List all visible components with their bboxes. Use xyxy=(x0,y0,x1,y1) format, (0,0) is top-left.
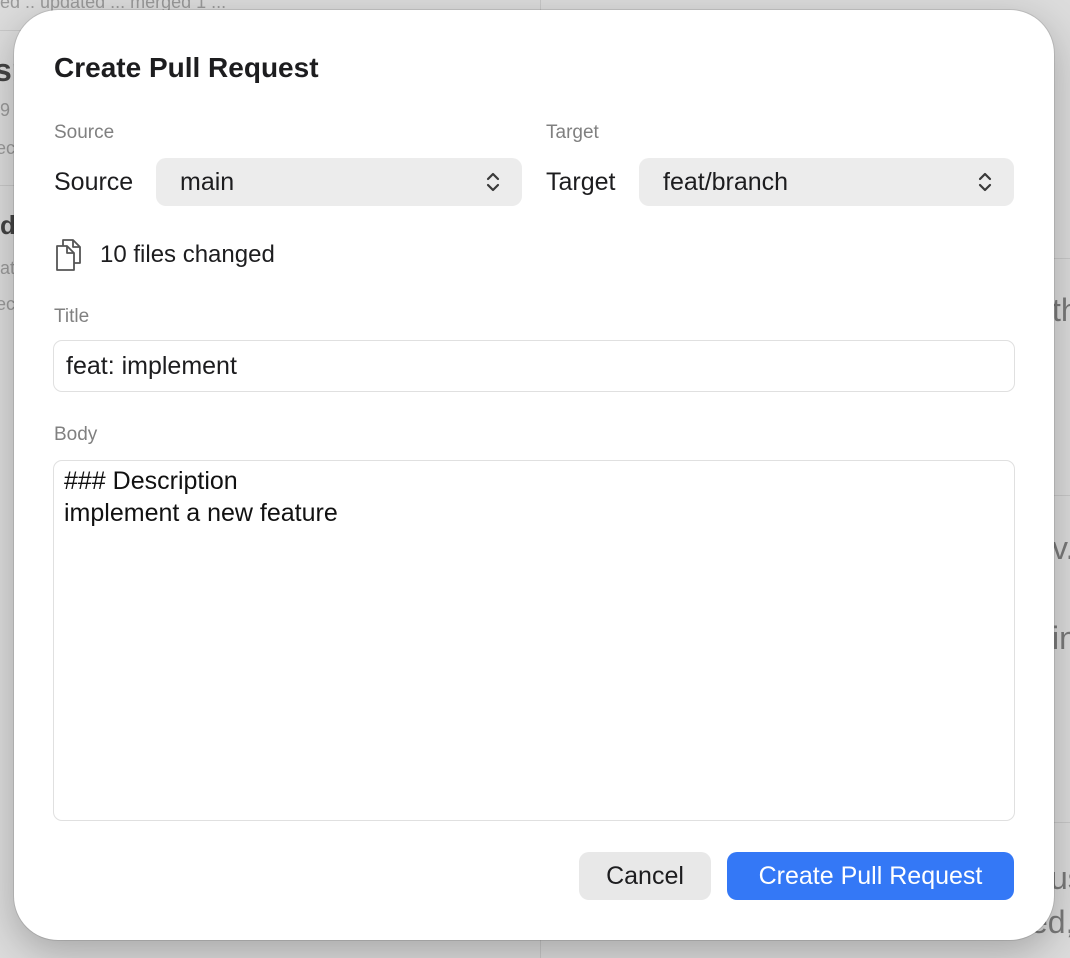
background-text: ec xyxy=(0,138,16,158)
background-text: in xyxy=(1052,620,1070,656)
background-separator xyxy=(1054,822,1070,823)
background-text: th xyxy=(1052,292,1070,328)
body-textarea[interactable]: ### Description implement a new feature xyxy=(53,460,1015,821)
files-changed-count: 10 files changed xyxy=(100,241,275,268)
title-input[interactable]: feat: implement xyxy=(53,340,1015,392)
background-separator xyxy=(1054,258,1070,259)
cancel-button[interactable]: Cancel xyxy=(579,852,711,900)
background-text: v. xyxy=(1052,530,1070,566)
target-branch-popup[interactable]: feat/branch xyxy=(639,158,1014,206)
background-text: at xyxy=(0,258,16,278)
body-text-line: ### Description xyxy=(64,467,238,495)
title-field-label: Title xyxy=(54,306,90,327)
background-separator xyxy=(1054,495,1070,496)
create-pull-request-button[interactable]: Create Pull Request xyxy=(727,852,1014,900)
body-text-line: implement a new feature xyxy=(64,499,338,527)
source-branch-popup[interactable]: main xyxy=(156,158,522,206)
body-field-label: Body xyxy=(54,424,98,445)
dialog-title: Create Pull Request xyxy=(54,52,319,83)
source-section-label: Source xyxy=(54,122,115,143)
background-separator xyxy=(0,185,14,186)
background-text: ec xyxy=(0,294,16,314)
chevron-up-down-icon xyxy=(486,172,500,192)
chevron-up-down-icon xyxy=(978,172,992,192)
source-branch-value: main xyxy=(180,168,235,196)
target-label: Target xyxy=(546,168,616,196)
background-text: 9 xyxy=(0,100,11,120)
documents-icon xyxy=(56,239,81,271)
create-pull-request-dialog: Create Pull Request Source Source main T… xyxy=(14,10,1054,940)
source-label: Source xyxy=(54,168,134,196)
target-section-label: Target xyxy=(546,122,599,143)
target-branch-value: feat/branch xyxy=(663,168,789,196)
